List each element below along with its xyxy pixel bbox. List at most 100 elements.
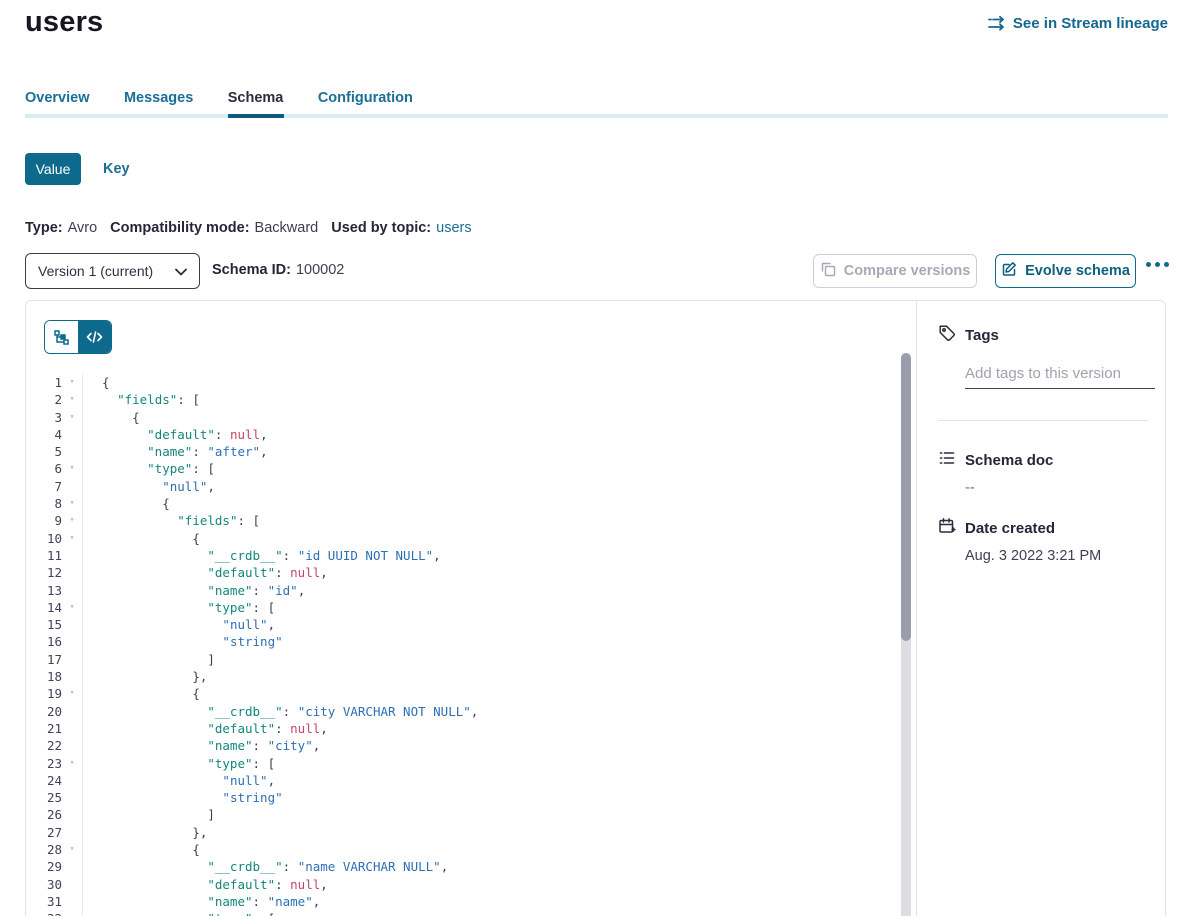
topic-link[interactable]: users xyxy=(436,220,471,236)
line-number: 29 xyxy=(26,858,62,875)
code-text: "default": null, xyxy=(83,564,328,581)
fold-toggle-icon[interactable]: ▾ xyxy=(62,374,83,391)
fold-toggle-icon[interactable]: ▾ xyxy=(62,409,83,426)
line-number: 17 xyxy=(26,651,62,668)
tab-schema[interactable]: Schema xyxy=(228,90,284,106)
fold-toggle-icon[interactable]: ▾ xyxy=(62,512,83,529)
fold-toggle-icon[interactable]: ▾ xyxy=(62,841,83,858)
code-line: 17 ] xyxy=(26,651,902,668)
code-line: 19▾ { xyxy=(26,685,902,702)
code-line: 21 "default": null, xyxy=(26,720,902,737)
code-line: 32▾ "type": [ xyxy=(26,910,902,916)
line-number: 15 xyxy=(26,616,62,633)
chevron-down-icon xyxy=(175,263,187,279)
fold-toggle-icon[interactable]: ▾ xyxy=(62,530,83,547)
code-text: { xyxy=(83,685,200,702)
see-in-stream-lineage-link[interactable]: See in Stream lineage xyxy=(988,15,1168,32)
value-toggle-button[interactable]: Value xyxy=(25,153,81,185)
fold-spacer xyxy=(62,824,83,841)
code-text: "type": [ xyxy=(83,599,275,616)
fold-toggle-icon[interactable]: ▾ xyxy=(62,391,83,408)
fold-spacer xyxy=(62,789,83,806)
tree-view-icon[interactable] xyxy=(45,321,78,353)
code-line: 24 "null", xyxy=(26,772,902,789)
code-text: "name": "city", xyxy=(83,737,320,754)
code-line: 1▾{ xyxy=(26,374,902,391)
code-line: 10▾ { xyxy=(26,530,902,547)
code-view-icon[interactable] xyxy=(78,321,111,353)
code-line: 25 "string" xyxy=(26,789,902,806)
code-line: 20 "__crdb__": "city VARCHAR NOT NULL", xyxy=(26,703,902,720)
fold-spacer xyxy=(62,876,83,893)
line-number: 2 xyxy=(26,391,62,408)
code-text: { xyxy=(83,841,200,858)
used-by-topic-label: Used by topic: xyxy=(331,220,431,236)
tabs: Overview Messages Schema Configuration xyxy=(25,89,443,107)
code-line: 2▾ "fields": [ xyxy=(26,391,902,408)
tab-overview[interactable]: Overview xyxy=(25,90,90,106)
tags-title: Tags xyxy=(965,327,999,344)
tab-configuration[interactable]: Configuration xyxy=(318,90,413,106)
line-number: 20 xyxy=(26,703,62,720)
schema-page: users See in Stream lineage Overview Mes… xyxy=(0,0,1189,916)
fold-spacer xyxy=(62,703,83,720)
line-number: 18 xyxy=(26,668,62,685)
code-text: "__crdb__": "name VARCHAR NULL", xyxy=(83,858,448,875)
editor-scrollbar-thumb[interactable] xyxy=(901,353,911,641)
code-editor-lines[interactable]: 1▾{2▾ "fields": [3▾ {4 "default": null,5… xyxy=(26,374,902,916)
fold-spacer xyxy=(62,633,83,650)
code-line: 23▾ "type": [ xyxy=(26,755,902,772)
code-line: 27 }, xyxy=(26,824,902,841)
code-text: }, xyxy=(83,824,207,841)
line-number: 10 xyxy=(26,530,62,547)
compare-versions-icon xyxy=(820,261,836,281)
tags-input[interactable] xyxy=(965,363,1155,389)
tab-messages[interactable]: Messages xyxy=(124,90,193,106)
fold-toggle-icon[interactable]: ▾ xyxy=(62,460,83,477)
fold-spacer xyxy=(62,893,83,910)
code-text: { xyxy=(83,409,140,426)
schema-id: Schema ID: 100002 xyxy=(212,262,344,278)
code-text: "name": "after", xyxy=(83,443,268,460)
code-text: "type": [ xyxy=(83,460,215,477)
tags-section: Tags xyxy=(938,324,1148,389)
line-number: 3 xyxy=(26,409,62,426)
more-options-button[interactable] xyxy=(1146,262,1169,267)
list-icon xyxy=(938,449,956,471)
fold-spacer xyxy=(62,616,83,633)
line-number: 6 xyxy=(26,460,62,477)
code-text: "default": null, xyxy=(83,720,328,737)
code-text: }, xyxy=(83,668,207,685)
line-number: 21 xyxy=(26,720,62,737)
fold-toggle-icon[interactable]: ▾ xyxy=(62,495,83,512)
fold-spacer xyxy=(62,443,83,460)
schema-sidebar: Tags Schema doc -- xyxy=(918,301,1166,916)
page-title: users xyxy=(25,6,103,39)
fold-toggle-icon[interactable]: ▾ xyxy=(62,685,83,702)
code-text: "null", xyxy=(83,478,215,495)
line-number: 27 xyxy=(26,824,62,841)
fold-toggle-icon[interactable]: ▾ xyxy=(62,910,83,916)
evolve-schema-label: Evolve schema xyxy=(1025,263,1130,279)
fold-spacer xyxy=(62,772,83,789)
fold-spacer xyxy=(62,858,83,875)
code-text: ] xyxy=(83,806,215,823)
editor-scrollbar-track[interactable] xyxy=(901,353,911,916)
fold-toggle-icon[interactable]: ▾ xyxy=(62,599,83,616)
fold-spacer xyxy=(62,720,83,737)
editor-view-toggle xyxy=(44,320,112,354)
tag-icon xyxy=(938,324,956,346)
fold-toggle-icon[interactable]: ▾ xyxy=(62,755,83,772)
compare-versions-button[interactable]: Compare versions xyxy=(813,254,977,288)
code-text: { xyxy=(83,495,170,512)
evolve-schema-button[interactable]: Evolve schema xyxy=(995,254,1136,288)
code-text: "fields": [ xyxy=(83,391,200,408)
version-select[interactable]: Version 1 (current) xyxy=(25,253,200,289)
stream-lineage-icon xyxy=(988,16,1006,31)
schema-meta: Type: Avro Compatibility mode: Backward … xyxy=(25,220,472,236)
key-toggle-link[interactable]: Key xyxy=(103,161,130,177)
line-number: 8 xyxy=(26,495,62,512)
code-text: ] xyxy=(83,651,215,668)
fold-spacer xyxy=(62,478,83,495)
code-text: "__crdb__": "city VARCHAR NOT NULL", xyxy=(83,703,478,720)
